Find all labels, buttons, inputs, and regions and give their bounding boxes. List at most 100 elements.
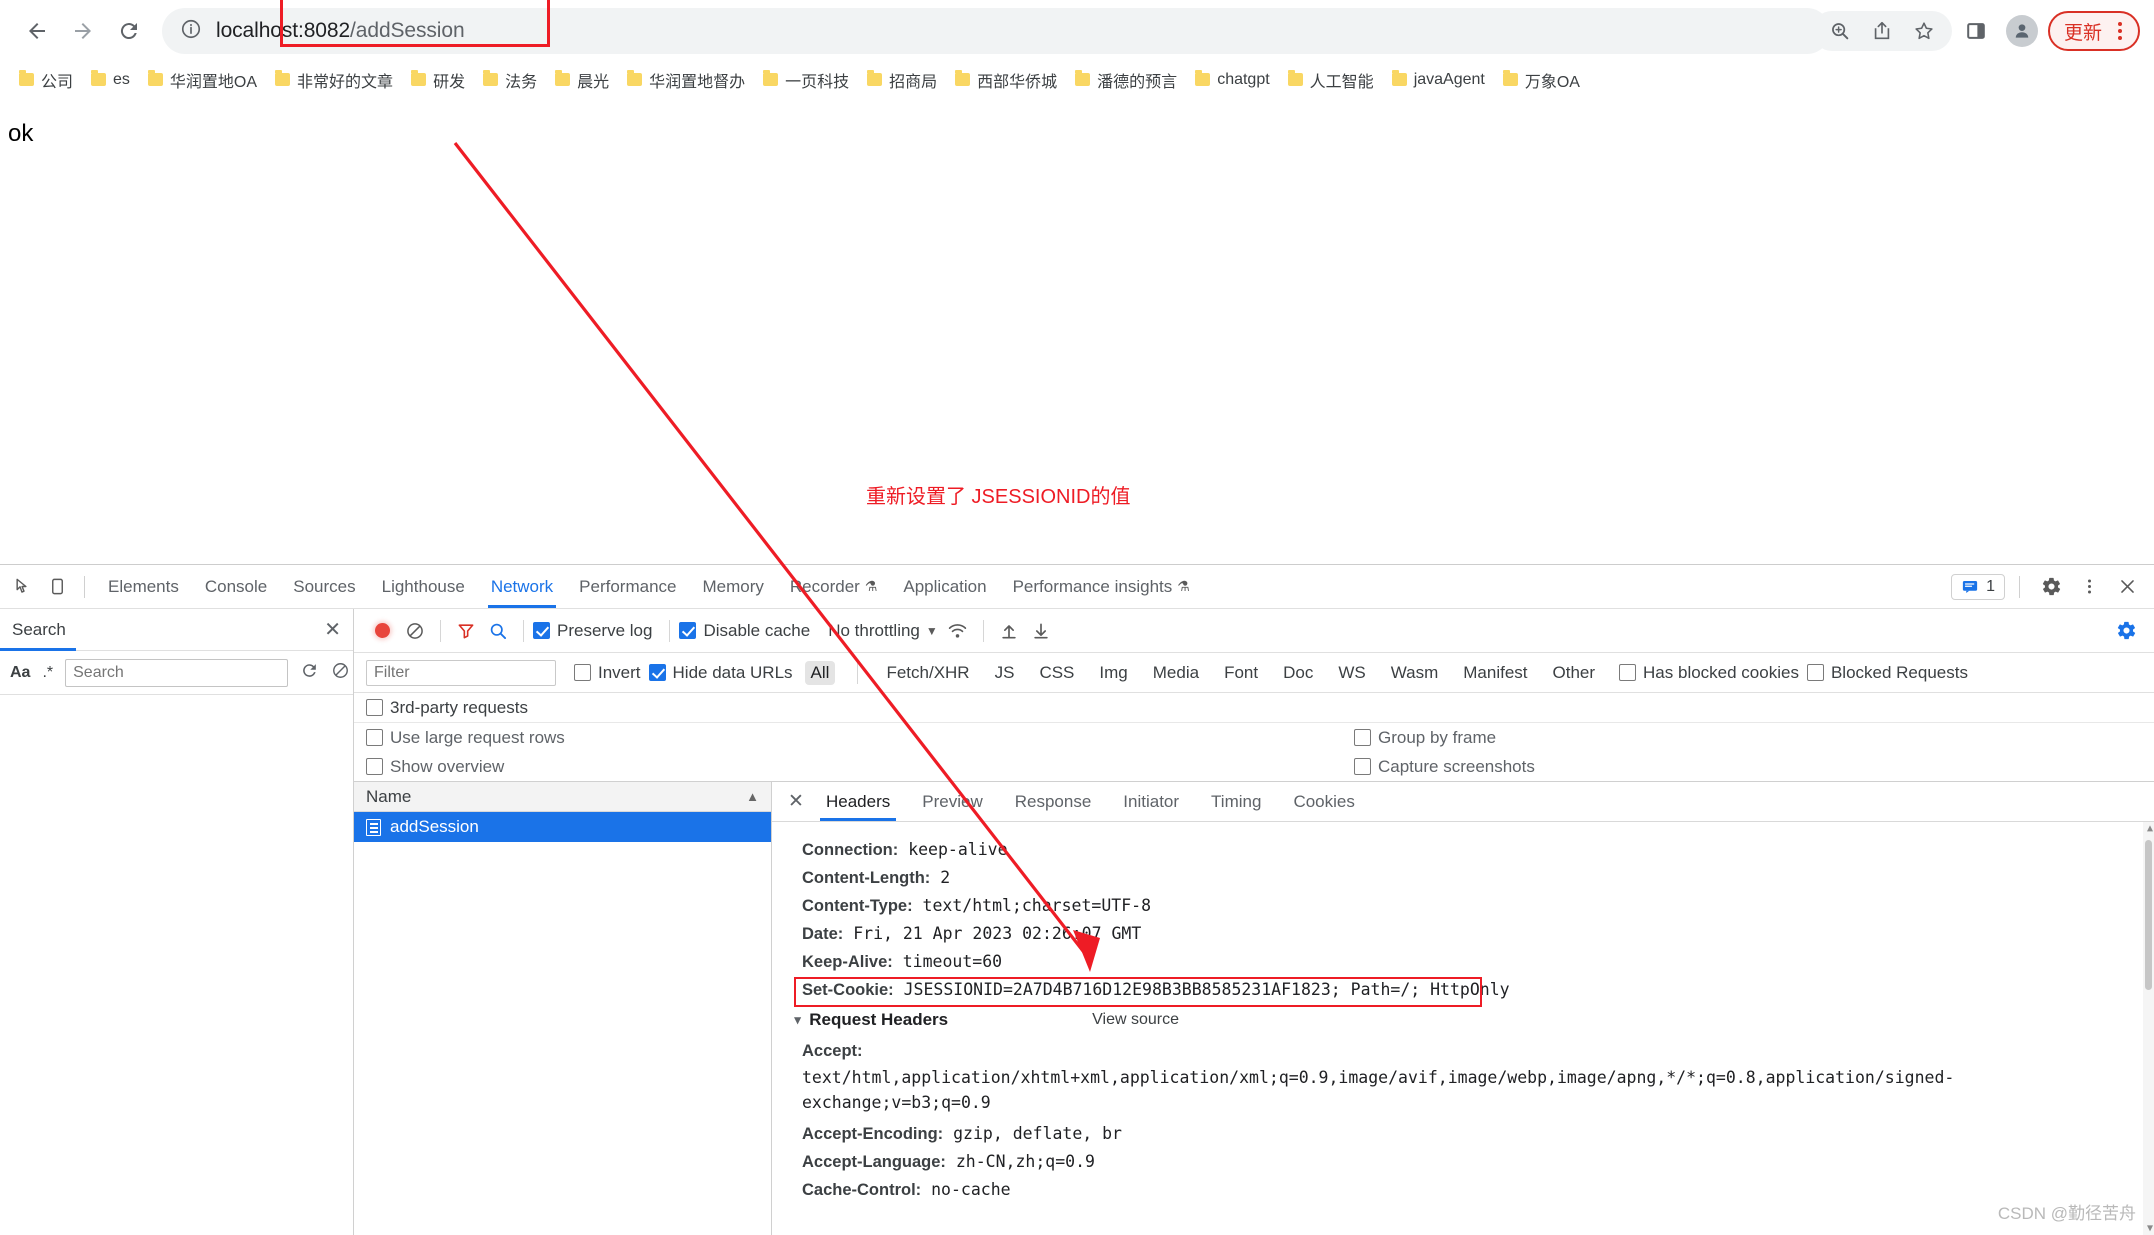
bookmark-item[interactable]: javaAgent [1383, 67, 1494, 93]
request-table-header[interactable]: Name ▲ [354, 782, 771, 812]
type-filter-img[interactable]: Img [1093, 661, 1133, 685]
detail-scrollbar[interactable]: ▲ ▼ [2143, 822, 2154, 1235]
import-har-icon[interactable] [993, 615, 1025, 647]
filter-input[interactable] [366, 659, 556, 686]
close-icon[interactable]: ✕ [324, 617, 341, 642]
type-filter-doc[interactable]: Doc [1277, 661, 1319, 685]
detail-tab-response[interactable]: Response [999, 782, 1108, 821]
type-filter-fetch-xhr[interactable]: Fetch/XHR [880, 661, 975, 685]
tab-performance-insights[interactable]: Performance insights ⚗ [1000, 565, 1203, 608]
view-source-link[interactable]: View source [1092, 1011, 1179, 1029]
use-large-request-rows-checkbox[interactable]: Use large request rows [366, 728, 565, 748]
third-party-requests-checkbox[interactable]: 3rd-party requests [366, 698, 528, 718]
hide-data-urls-checkbox[interactable]: Hide data URLs [648, 663, 793, 683]
bookmark-item[interactable]: 晨光 [546, 64, 618, 96]
gear-icon[interactable] [2034, 570, 2068, 604]
tab-elements[interactable]: Elements [95, 565, 192, 608]
group-by-frame-checkbox[interactable]: Group by frame [1354, 728, 1496, 748]
type-filter-all[interactable]: All [804, 660, 836, 685]
blocked-requests-checkbox[interactable]: Blocked Requests [1806, 663, 1968, 683]
bookmark-item[interactable]: 潘德的预言 [1066, 64, 1186, 96]
side-panel-icon[interactable] [1956, 11, 1996, 51]
show-overview-checkbox[interactable]: Show overview [366, 757, 504, 777]
request-headers-section-header[interactable]: ▼ Request Headers View source [794, 1004, 2154, 1034]
tab-console[interactable]: Console [192, 565, 280, 608]
close-icon[interactable]: ✕ [782, 788, 810, 816]
tab-application[interactable]: Application [890, 565, 999, 608]
match-case-toggle[interactable]: Aa [10, 664, 30, 682]
network-settings-gear-icon[interactable] [2110, 615, 2142, 647]
bookmark-item[interactable]: 西部华侨城 [946, 64, 1066, 96]
regex-toggle[interactable]: .* [42, 664, 53, 682]
bookmark-item[interactable]: es [82, 67, 139, 93]
bookmark-item[interactable]: 一页科技 [754, 64, 858, 96]
profile-avatar[interactable] [2005, 15, 2038, 47]
type-filter-media[interactable]: Media [1147, 661, 1205, 685]
type-filter-js[interactable]: JS [989, 661, 1021, 685]
type-filter-font[interactable]: Font [1218, 661, 1264, 685]
bookmark-item[interactable]: 华润置地OA [139, 64, 266, 96]
tab-performance[interactable]: Performance [566, 565, 689, 608]
site-info-icon[interactable] [180, 18, 202, 45]
type-filter-ws[interactable]: WS [1332, 661, 1371, 685]
export-har-icon[interactable] [1025, 615, 1057, 647]
bookmark-item[interactable]: chatgpt [1186, 67, 1278, 93]
console-message-badge[interactable]: 1 [1951, 573, 2005, 600]
star-icon[interactable] [1904, 11, 1944, 51]
bookmark-item[interactable]: 招商局 [858, 64, 946, 96]
type-filter-wasm[interactable]: Wasm [1385, 661, 1445, 685]
inspect-element-icon[interactable] [6, 570, 40, 604]
reload-button[interactable] [106, 8, 152, 54]
tab-sources[interactable]: Sources [280, 565, 368, 608]
bookmark-item[interactable]: 万象OA [1494, 64, 1589, 96]
device-toolbar-icon[interactable] [40, 570, 74, 604]
type-filter-manifest[interactable]: Manifest [1457, 661, 1533, 685]
back-button[interactable] [14, 8, 60, 54]
record-button[interactable] [375, 623, 390, 638]
forward-button[interactable] [60, 8, 106, 54]
chrome-menu-icon[interactable] [2110, 22, 2130, 40]
refresh-icon[interactable] [300, 661, 319, 685]
clear-icon[interactable] [331, 661, 350, 685]
disable-cache-checkbox[interactable]: Disable cache [679, 621, 810, 641]
zoom-in-icon[interactable] [1820, 11, 1860, 51]
filter-icon[interactable] [450, 615, 482, 647]
search-input[interactable] [65, 658, 289, 687]
bookmark-item[interactable]: 人工智能 [1279, 64, 1383, 96]
address-bar[interactable]: localhost:8082/addSession [162, 8, 1830, 54]
bookmark-item[interactable]: 法务 [474, 64, 546, 96]
invert-checkbox[interactable]: Invert [574, 663, 641, 683]
table-row[interactable]: addSession [354, 812, 771, 842]
has-blocked-cookies-checkbox[interactable]: Has blocked cookies [1619, 663, 1799, 683]
tab-recorder[interactable]: Recorder ⚗ [777, 565, 890, 608]
share-icon[interactable] [1862, 11, 1902, 51]
search-icon[interactable] [482, 615, 514, 647]
throttling-select[interactable]: No throttling [828, 621, 920, 641]
divider [440, 619, 441, 642]
update-button[interactable]: 更新 [2047, 11, 2140, 51]
bookmark-item[interactable]: 华润置地督办 [618, 64, 754, 96]
preserve-log-checkbox[interactable]: Preserve log [533, 621, 652, 641]
scroll-down-icon[interactable]: ▼ [2147, 1223, 2153, 1234]
detail-tab-preview[interactable]: Preview [906, 782, 998, 821]
detail-tab-timing[interactable]: Timing [1195, 782, 1277, 821]
bookmark-item[interactable]: 研发 [402, 64, 474, 96]
tab-lighthouse[interactable]: Lighthouse [369, 565, 478, 608]
tab-memory[interactable]: Memory [690, 565, 777, 608]
type-filter-other[interactable]: Other [1547, 661, 1602, 685]
devtools-close-icon[interactable] [2110, 570, 2144, 604]
detail-tab-initiator[interactable]: Initiator [1107, 782, 1195, 821]
scrollbar-thumb[interactable] [2145, 840, 2152, 990]
tab-network[interactable]: Network [478, 565, 566, 608]
detail-tab-cookies[interactable]: Cookies [1277, 782, 1370, 821]
bookmark-item[interactable]: 非常好的文章 [266, 64, 402, 96]
clear-button[interactable] [399, 615, 431, 647]
capture-screenshots-checkbox[interactable]: Capture screenshots [1354, 757, 1535, 777]
network-conditions-icon[interactable] [942, 615, 974, 647]
scroll-up-icon[interactable]: ▲ [2147, 823, 2153, 834]
bookmark-item[interactable]: 公司 [10, 64, 82, 96]
detail-tab-headers[interactable]: Headers [810, 782, 906, 821]
chevron-down-icon[interactable]: ▼ [926, 624, 938, 638]
type-filter-css[interactable]: CSS [1033, 661, 1080, 685]
devtools-menu-icon[interactable] [2072, 570, 2106, 604]
